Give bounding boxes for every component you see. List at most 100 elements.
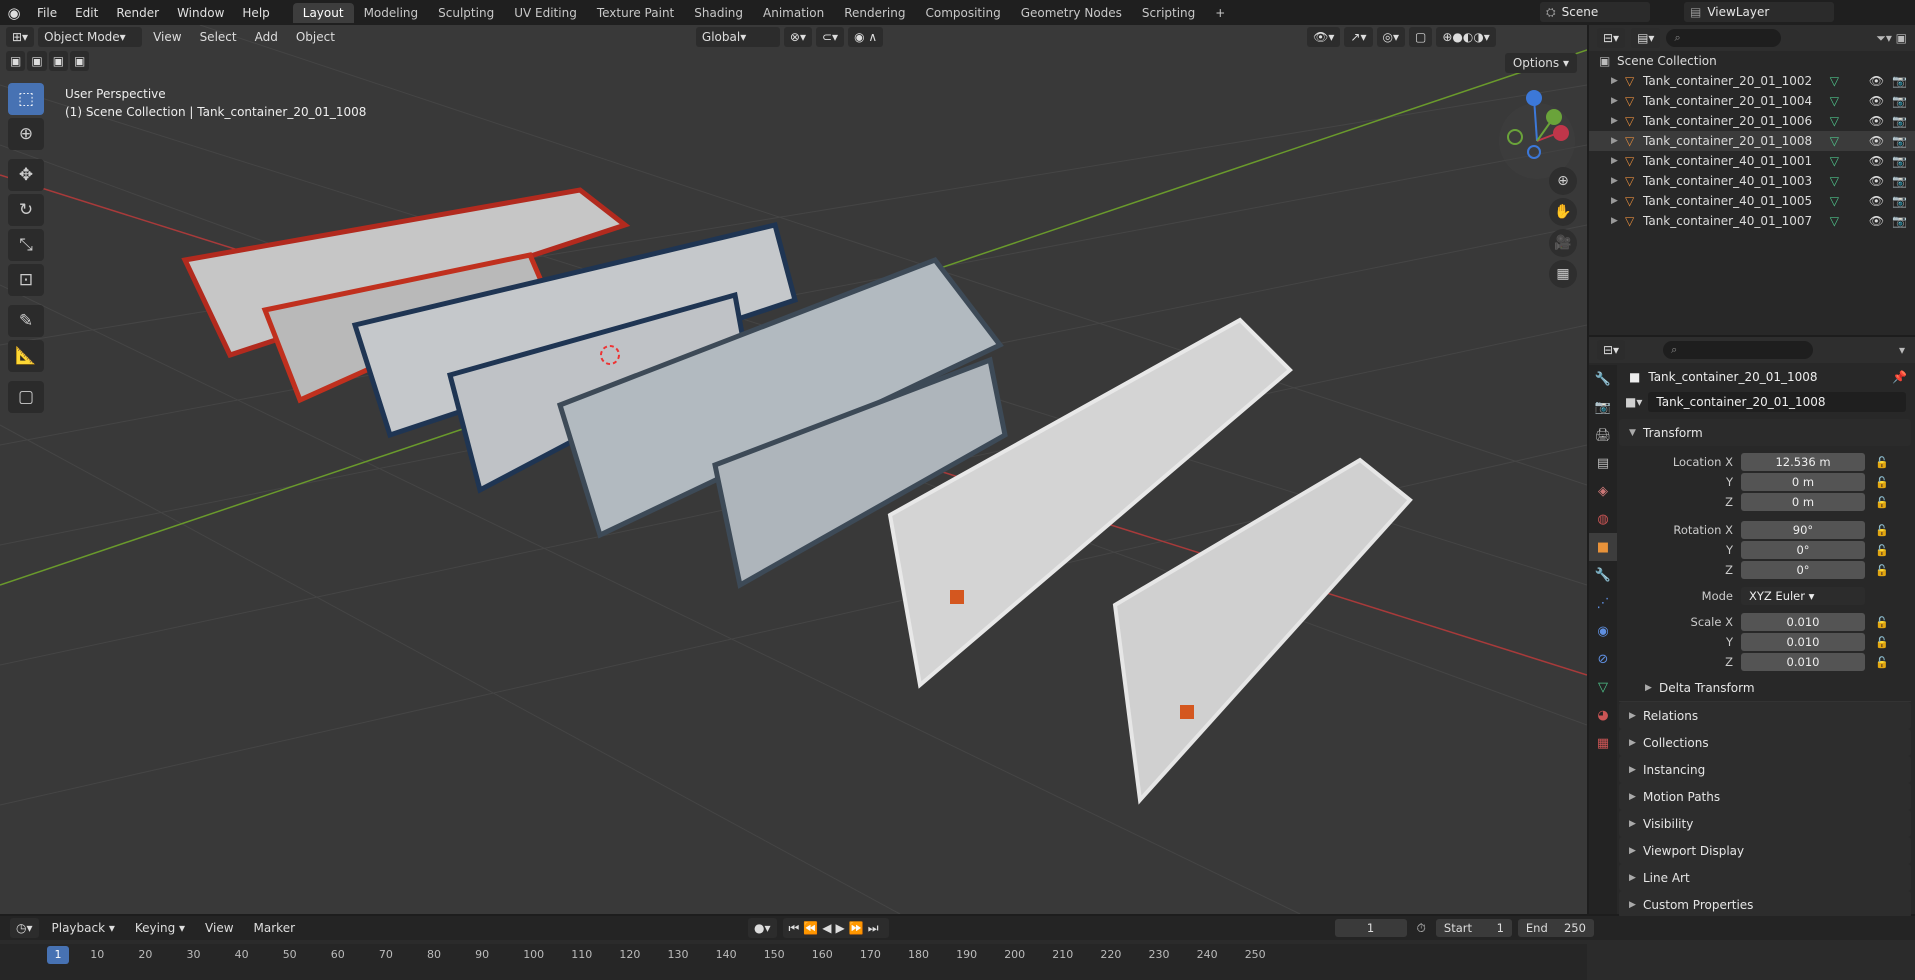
menu-keying[interactable]: Keying ▾: [128, 921, 192, 935]
camera-icon[interactable]: 📷: [1892, 114, 1907, 128]
lock-icon[interactable]: 🔓: [1875, 616, 1889, 629]
camera-icon[interactable]: 📷: [1892, 174, 1907, 188]
jump-end-icon[interactable]: ⏭: [868, 921, 883, 936]
mesh-data-icon[interactable]: ▽: [1830, 214, 1839, 228]
play-reverse-icon[interactable]: ◀: [822, 921, 835, 935]
tab-shading[interactable]: Shading: [684, 3, 753, 23]
expand-arrow-icon[interactable]: ▶: [1611, 216, 1625, 226]
lock-icon[interactable]: 🔓: [1875, 476, 1889, 489]
annotate-tool-icon[interactable]: ✎: [8, 305, 44, 337]
lock-icon[interactable]: 🔓: [1875, 564, 1889, 577]
eye-icon[interactable]: 👁: [1869, 114, 1884, 128]
eye-icon[interactable]: 👁: [1869, 154, 1884, 168]
object-name-field[interactable]: Tank_container_20_01_1008: [1648, 392, 1907, 412]
outliner-row[interactable]: ▶ ▽ Tank_container_40_01_1007 ▽ 👁 📷: [1589, 211, 1915, 231]
scene-collection-row[interactable]: ▣ Scene Collection: [1589, 51, 1915, 71]
viewport-display-section[interactable]: ▶ Viewport Display: [1619, 837, 1911, 864]
material-tab-icon[interactable]: ◕: [1589, 701, 1617, 729]
record-icon[interactable]: ●▾: [748, 918, 777, 938]
editor-type-icon[interactable]: ⊞▾: [6, 27, 35, 47]
stopwatch-icon[interactable]: ⏱: [1417, 921, 1426, 936]
visibility-icon[interactable]: 👁▾: [1307, 27, 1341, 47]
select-invert-icon[interactable]: ▣: [70, 51, 90, 71]
scale-tool-icon[interactable]: ⤡: [8, 229, 44, 261]
viewport-menu-add[interactable]: Add: [248, 30, 285, 44]
menu-view[interactable]: View: [198, 921, 240, 935]
view-layer-field[interactable]: ▤ ViewLayer: [1684, 2, 1834, 22]
tool-tab-icon[interactable]: 🔧: [1589, 365, 1617, 393]
expand-arrow-icon[interactable]: ▶: [1611, 136, 1625, 146]
blender-logo-icon[interactable]: ◉: [0, 0, 28, 25]
expand-arrow-icon[interactable]: ▶: [1611, 176, 1625, 186]
lock-icon[interactable]: 🔓: [1875, 636, 1889, 649]
physics-tab-icon[interactable]: ◉: [1589, 617, 1617, 645]
properties-search-input[interactable]: ⌕: [1663, 341, 1814, 359]
menu-marker[interactable]: Marker: [247, 921, 302, 935]
proportional-edit-icon[interactable]: ◉ ∧: [848, 27, 884, 47]
rotate-tool-icon[interactable]: ↻: [8, 194, 44, 226]
select-new-icon[interactable]: ▣: [6, 51, 26, 71]
outliner-row[interactable]: ▶ ▽ Tank_container_40_01_1003 ▽ 👁 📷: [1589, 171, 1915, 191]
expand-arrow-icon[interactable]: ▶: [1611, 76, 1625, 86]
outliner-row[interactable]: ▶ ▽ Tank_container_40_01_1001 ▽ 👁 📷: [1589, 151, 1915, 171]
menu-help[interactable]: Help: [233, 6, 278, 20]
lock-icon[interactable]: 🔓: [1875, 524, 1889, 537]
motion-paths-section[interactable]: ▶ Motion Paths: [1619, 783, 1911, 810]
scale-y-field[interactable]: 0.010: [1741, 633, 1865, 651]
transform-tool-icon[interactable]: ⊡: [8, 264, 44, 296]
scene-field[interactable]: ⛭ Scene: [1540, 2, 1650, 22]
jump-start-icon[interactable]: ⏮: [789, 921, 804, 936]
texture-tab-icon[interactable]: ▦: [1589, 729, 1617, 757]
add-workspace-icon[interactable]: +: [1205, 3, 1235, 23]
visibility-section[interactable]: ▶ Visibility: [1619, 810, 1911, 837]
object-tab-icon[interactable]: ■: [1589, 533, 1617, 561]
eye-icon[interactable]: 👁: [1869, 174, 1884, 188]
particles-tab-icon[interactable]: ⋰: [1589, 589, 1617, 617]
measure-tool-icon[interactable]: 📐: [8, 340, 44, 372]
xray-icon[interactable]: ▢: [1409, 27, 1433, 47]
rotation-mode-dropdown[interactable]: XYZ Euler ▾: [1741, 587, 1865, 605]
pivot-icon[interactable]: ⊗▾: [783, 27, 812, 47]
viewport-menu-select[interactable]: Select: [193, 30, 244, 44]
tab-animation[interactable]: Animation: [753, 3, 834, 23]
menu-edit[interactable]: Edit: [66, 6, 107, 20]
rotation-x-field[interactable]: 90°: [1741, 521, 1865, 539]
view-layer-tab-icon[interactable]: ▤: [1589, 449, 1617, 477]
snap-icon[interactable]: ⊂▾: [816, 27, 845, 47]
pin-icon[interactable]: 📌: [1892, 370, 1907, 384]
next-keyframe-icon[interactable]: ⏩: [849, 921, 868, 935]
line-art-section[interactable]: ▶ Line Art: [1619, 864, 1911, 891]
expand-arrow-icon[interactable]: ▶: [1611, 116, 1625, 126]
viewport-menu-view[interactable]: View: [146, 30, 188, 44]
scene-tab-icon[interactable]: ◈: [1589, 477, 1617, 505]
rotation-z-field[interactable]: 0°: [1741, 561, 1865, 579]
camera-icon[interactable]: 📷: [1892, 74, 1907, 88]
delta-transform-header[interactable]: ▶ Delta Transform: [1619, 674, 1911, 701]
outliner-search-input[interactable]: ⌕: [1666, 29, 1782, 47]
filter-icon[interactable]: ⏷▾ ▣: [1876, 31, 1907, 46]
overlay-toggle-icon[interactable]: ◎▾: [1376, 27, 1405, 47]
menu-file[interactable]: File: [28, 6, 66, 20]
shading-modes-icon[interactable]: ⊕●◐◑▾: [1436, 27, 1496, 47]
display-mode-icon[interactable]: ▤▾: [1631, 28, 1661, 48]
options-chevron-icon[interactable]: ▾: [1899, 343, 1905, 357]
viewport-menu-object[interactable]: Object: [289, 30, 342, 44]
outliner-row[interactable]: ▶ ▽ Tank_container_20_01_1006 ▽ 👁 📷: [1589, 111, 1915, 131]
play-icon[interactable]: ▶: [836, 921, 849, 935]
eye-icon[interactable]: 👁: [1869, 134, 1884, 148]
mode-dropdown[interactable]: Object Mode ▾: [38, 27, 143, 47]
navigation-gizmo[interactable]: [1499, 90, 1575, 179]
tab-scripting[interactable]: Scripting: [1132, 3, 1205, 23]
mesh-data-icon[interactable]: ▽: [1830, 194, 1839, 208]
mesh-data-icon[interactable]: ▽: [1830, 174, 1839, 188]
timeline-editor-icon[interactable]: ◷▾: [10, 918, 39, 938]
mesh-data-icon[interactable]: ▽: [1830, 154, 1839, 168]
pan-hand-icon[interactable]: ✋: [1549, 198, 1577, 226]
expand-arrow-icon[interactable]: ▶: [1611, 96, 1625, 106]
collections-section[interactable]: ▶ Collections: [1619, 729, 1911, 756]
tab-rendering[interactable]: Rendering: [834, 3, 915, 23]
tab-texture-paint[interactable]: Texture Paint: [587, 3, 684, 23]
eye-icon[interactable]: 👁: [1869, 214, 1884, 228]
render-tab-icon[interactable]: 📷: [1589, 393, 1617, 421]
outliner-row-active[interactable]: ▶ ▽ Tank_container_20_01_1008 ▽ 👁 📷: [1589, 131, 1915, 151]
